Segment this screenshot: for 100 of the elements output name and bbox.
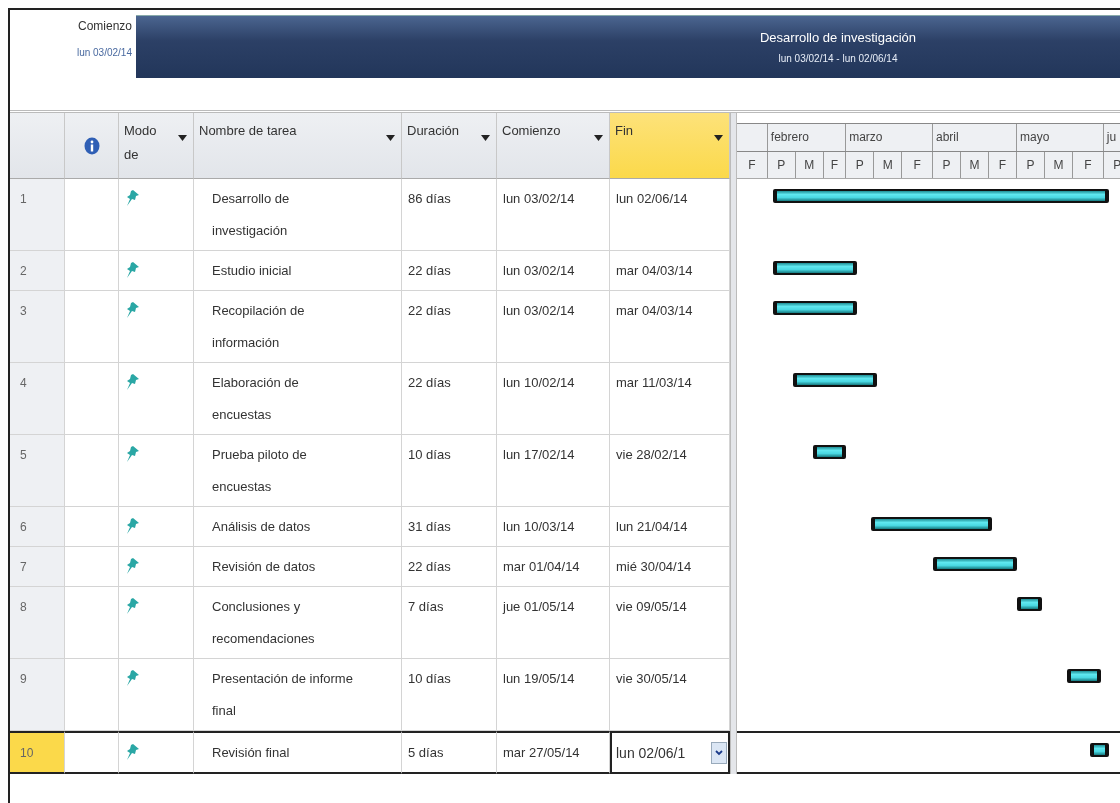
column-header[interactable]: Fin <box>610 113 730 179</box>
month-label: ju <box>1103 124 1120 151</box>
task-name-cell: Elaboración de encuestas <box>194 363 402 435</box>
row-number[interactable]: 4 <box>10 363 65 435</box>
gantt-task-bar[interactable] <box>773 261 858 275</box>
task-name-cell: Revisión final <box>194 731 402 774</box>
row-number[interactable]: 9 <box>10 659 65 731</box>
period-label: M <box>874 151 903 178</box>
column-header-label: Comienzo <box>502 122 561 140</box>
row-number[interactable]: 1 <box>10 179 65 251</box>
chevron-down-icon <box>715 750 723 756</box>
column-header[interactable]: Comienzo <box>497 113 610 179</box>
pushpin-icon <box>125 301 141 319</box>
start-date-cell: mar 27/05/14 <box>497 731 610 774</box>
gantt-task-bar[interactable] <box>773 301 858 315</box>
gantt-task-bar[interactable] <box>812 445 847 459</box>
start-date-cell: lun 10/02/14 <box>497 363 610 435</box>
month-label: mayo <box>1017 124 1104 151</box>
period-label: P <box>1103 151 1120 178</box>
gantt-task-bar[interactable] <box>1017 597 1043 611</box>
period-label: F <box>902 151 933 178</box>
month-label: febrero <box>767 124 847 151</box>
pushpin-icon <box>125 557 141 575</box>
period-label: M <box>1045 151 1073 178</box>
finish-date-cell: mié 30/04/14 <box>610 547 730 587</box>
gantt-task-bar[interactable] <box>1089 743 1110 757</box>
timeline-start-label: Comienzo <box>77 19 132 33</box>
pushpin-icon <box>125 373 141 391</box>
start-date-cell: jue 01/05/14 <box>497 587 610 659</box>
finish-date-cell: mar 04/03/14 <box>610 251 730 291</box>
duration-cell: 10 días <box>402 659 497 731</box>
column-header-label: Modo de <box>124 122 158 164</box>
gantt-task-bar[interactable] <box>793 373 877 387</box>
task-name-cell: Revisión de datos <box>194 547 402 587</box>
period-label: F <box>823 151 847 178</box>
start-date-cell: lun 19/05/14 <box>497 659 610 731</box>
gantt-task-bar[interactable] <box>773 189 1110 203</box>
timeline-task-bar[interactable]: Desarrollo de investigación lun 03/02/14 - lun 02/06/14 <box>136 15 1120 78</box>
duration-cell: 86 días <box>402 179 497 251</box>
task-name-cell: Desarrollo de investigación <box>194 179 402 251</box>
gantt-task-bar[interactable] <box>1067 669 1101 683</box>
finish-date-field[interactable]: lun 02/06/1 <box>610 731 730 774</box>
row-number[interactable]: 7 <box>10 547 65 587</box>
start-date-cell: lun 03/02/14 <box>497 291 610 363</box>
start-date-cell: lun 17/02/14 <box>497 435 610 507</box>
period-label: F <box>1073 151 1104 178</box>
duration-cell: 7 días <box>402 587 497 659</box>
finish-date-cell: vie 30/05/14 <box>610 659 730 731</box>
info-icon <box>83 136 100 155</box>
column-header-label: Duración <box>407 122 460 140</box>
duration-cell: 31 días <box>402 507 497 547</box>
finish-date-cell: mar 04/03/14 <box>610 291 730 363</box>
duration-cell: 10 días <box>402 435 497 507</box>
period-label: P <box>846 151 875 178</box>
period-label: M <box>795 151 824 178</box>
task-name-cell: Presentación de informe final <box>194 659 402 731</box>
timeline-start-date: lun 03/02/14 <box>76 47 132 58</box>
start-date-cell: lun 10/03/14 <box>497 507 610 547</box>
finish-date-cell: lun 02/06/14 <box>610 179 730 251</box>
task-name-cell: Prueba piloto de encuestas <box>194 435 402 507</box>
row-number[interactable]: 5 <box>10 435 65 507</box>
row-number[interactable]: 2 <box>10 251 65 291</box>
column-header-label: Fin <box>615 122 634 140</box>
caret-icon[interactable] <box>386 135 395 141</box>
pushpin-icon <box>125 669 141 687</box>
finish-date-cell: mar 11/03/14 <box>610 363 730 435</box>
task-name-cell: Recopilación de información <box>194 291 402 363</box>
task-name-cell: Conclusiones y recomendaciones <box>194 587 402 659</box>
column-header[interactable]: Nombre de tarea <box>194 113 402 179</box>
pushpin-icon <box>125 189 141 207</box>
period-label: M <box>961 151 989 178</box>
duration-cell: 5 días <box>402 731 497 774</box>
caret-icon[interactable] <box>178 135 187 141</box>
row-number[interactable]: 10 <box>10 731 65 774</box>
gantt-task-bar[interactable] <box>871 517 992 531</box>
period-label: P <box>767 151 796 178</box>
row-number[interactable]: 3 <box>10 291 65 363</box>
period-label: P <box>933 151 961 178</box>
caret-icon[interactable] <box>594 135 603 141</box>
month-label: marzo <box>846 124 933 151</box>
duration-cell: 22 días <box>402 291 497 363</box>
duration-cell: 22 días <box>402 547 497 587</box>
caret-icon[interactable] <box>481 135 490 141</box>
finish-date-cell: vie 28/02/14 <box>610 435 730 507</box>
month-label: abril <box>933 124 1017 151</box>
date-dropdown-button[interactable] <box>711 742 727 764</box>
finish-date-cell: lun 21/04/14 <box>610 507 730 547</box>
caret-icon[interactable] <box>714 135 723 141</box>
column-header[interactable]: Modo de <box>119 113 194 179</box>
gantt-task-bar[interactable] <box>933 557 1017 571</box>
period-label: F <box>737 151 768 178</box>
column-header[interactable]: Duración <box>402 113 497 179</box>
pushpin-icon <box>125 743 141 761</box>
finish-date-cell: vie 09/05/14 <box>610 587 730 659</box>
start-date-cell: lun 03/02/14 <box>497 251 610 291</box>
row-number[interactable]: 6 <box>10 507 65 547</box>
pushpin-icon <box>125 597 141 615</box>
row-number[interactable]: 8 <box>10 587 65 659</box>
pushpin-icon <box>125 445 141 463</box>
column-header-label: Nombre de tarea <box>199 122 297 140</box>
